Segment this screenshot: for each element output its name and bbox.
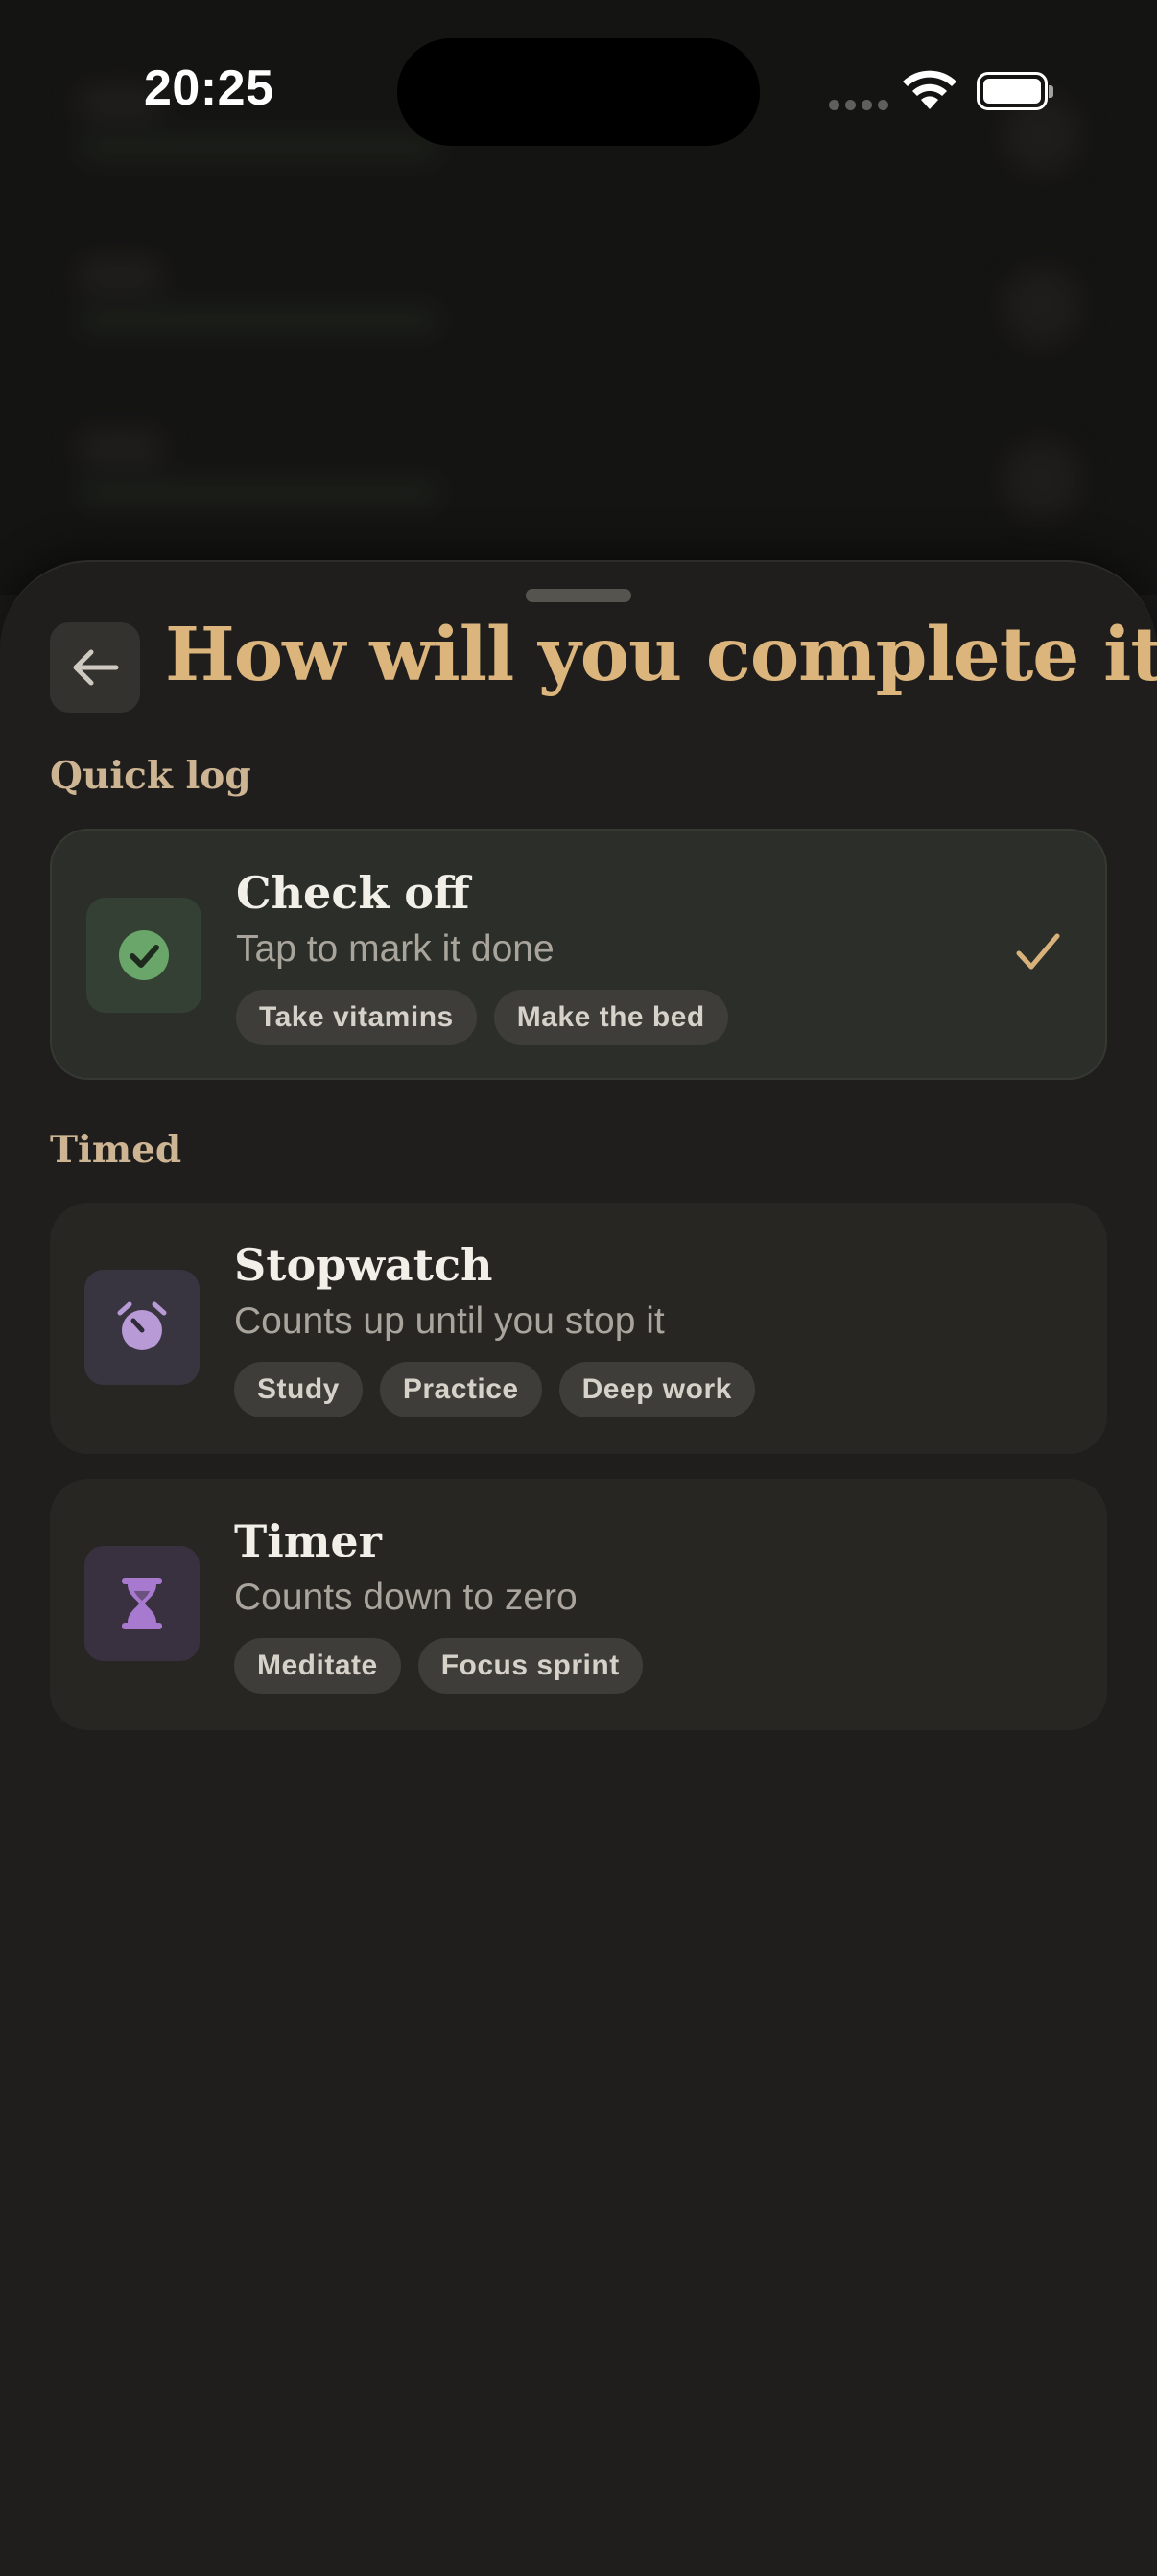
option-title: Stopwatch — [234, 1239, 493, 1291]
example-chip: Make the bed — [493, 990, 728, 1045]
dynamic-island — [397, 38, 760, 146]
alarm-clock-icon — [117, 1301, 167, 1350]
option-check-off[interactable]: Check off Tap to mark it done Take vitam… — [50, 829, 1107, 1080]
example-chip: Practice — [379, 1362, 542, 1417]
completion-method-sheet: How will you complete it? Quick log Chec… — [0, 560, 1157, 2576]
example-chip: Meditate — [234, 1638, 401, 1694]
example-chips: Study Practice Deep work — [234, 1362, 755, 1417]
back-button[interactable] — [50, 622, 140, 713]
battery-icon — [977, 72, 1053, 110]
sheet-title: How will you complete it? — [165, 612, 1157, 698]
status-time: 20:25 — [144, 60, 274, 116]
option-title: Timer — [234, 1515, 382, 1567]
check-circle-icon — [119, 930, 169, 980]
selected-checkmark-icon — [1016, 933, 1060, 970]
example-chip: Focus sprint — [417, 1638, 643, 1694]
option-stopwatch[interactable]: Stopwatch Counts up until you stop it St… — [50, 1203, 1107, 1454]
example-chip: Deep work — [558, 1362, 755, 1417]
example-chips: Take vitamins Make the bed — [236, 990, 728, 1045]
sheet-grabber[interactable] — [526, 589, 631, 602]
check-off-icon-box — [86, 898, 201, 1013]
example-chip: Take vitamins — [236, 990, 477, 1045]
wifi-icon — [903, 70, 956, 109]
option-subtitle: Counts down to zero — [234, 1577, 578, 1618]
hourglass-icon — [122, 1578, 162, 1629]
cellular-signal-icon — [829, 100, 888, 110]
option-title: Check off — [236, 867, 470, 919]
option-timer[interactable]: Timer Counts down to zero Meditate Focus… — [50, 1479, 1107, 1730]
example-chips: Meditate Focus sprint — [234, 1638, 643, 1694]
stopwatch-icon-box — [84, 1270, 200, 1385]
section-label-quick-log: Quick log — [50, 754, 251, 798]
option-subtitle: Counts up until you stop it — [234, 1300, 665, 1342]
example-chip: Study — [234, 1362, 363, 1417]
timer-icon-box — [84, 1546, 200, 1661]
option-subtitle: Tap to mark it done — [236, 928, 555, 970]
section-label-timed: Timed — [50, 1128, 182, 1172]
status-bar: 20:25 — [0, 0, 1157, 192]
arrow-left-icon — [73, 649, 119, 686]
